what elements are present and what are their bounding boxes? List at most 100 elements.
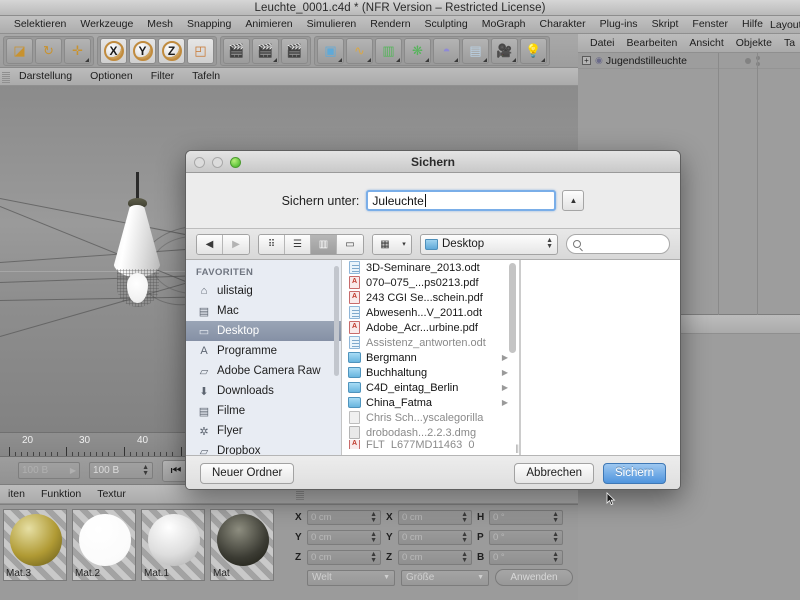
visibility-dot-icon[interactable] xyxy=(745,57,751,64)
file-list[interactable]: 3D-Seminare_2013.odt 070–075_...ps0213.p… xyxy=(342,260,520,455)
cancel-button[interactable]: Abbrechen xyxy=(514,462,594,484)
size-y-field[interactable]: 0 cm ▲ ▼ xyxy=(398,530,472,545)
object-menu-objekte[interactable]: Objekte xyxy=(730,34,778,52)
stepper-icon[interactable]: ▲ ▼ xyxy=(461,531,468,544)
file-row[interactable]: Buchhaltung ▶ xyxy=(342,365,520,380)
back-button[interactable]: ◀ xyxy=(197,234,223,254)
material-swatch[interactable]: Mat.2 xyxy=(72,509,136,581)
viewport-menu-tafeln[interactable]: Tafeln xyxy=(183,68,229,85)
expand-dialog-button[interactable]: ▲ xyxy=(562,190,585,211)
move-tool-icon[interactable]: ✛ xyxy=(64,37,91,64)
file-row[interactable]: Abwesenh...V_2011.odt xyxy=(342,305,520,320)
expander-icon[interactable]: + xyxy=(582,56,591,65)
file-row[interactable]: 243 CGI Se...schein.pdf xyxy=(342,290,520,305)
stepper-icon[interactable]: ▲ ▼ xyxy=(370,531,377,544)
nurbs-icon[interactable]: ▥ xyxy=(375,37,402,64)
file-row[interactable]: China_Fatma ▶ xyxy=(342,395,520,410)
undo-icon[interactable]: ◪ xyxy=(6,37,33,64)
floor-icon[interactable]: ▤ xyxy=(462,37,489,64)
view-icon-mode-button[interactable]: ⠿ xyxy=(259,234,285,254)
object-tree-row[interactable]: + ◉ Jugendstilleuchte xyxy=(578,53,800,69)
stepper-icon[interactable]: ▲ ▼ xyxy=(552,511,559,524)
material-menu-bearbeiten[interactable]: iten xyxy=(0,485,33,503)
stepper-icon[interactable]: ▲ ▼ xyxy=(552,531,559,544)
filename-input[interactable]: Juleuchte xyxy=(366,190,557,211)
file-row[interactable]: Bergmann ▶ xyxy=(342,350,520,365)
file-row[interactable]: C4D_eintag_Berlin ▶ xyxy=(342,380,520,395)
file-row[interactable]: drobodash...2.2.3.dmg xyxy=(342,425,520,440)
coordinate-system-select[interactable]: Welt ▼ xyxy=(307,569,395,586)
frame-current-field[interactable]: 100 B ▲ ▼ xyxy=(89,462,153,479)
camera-icon[interactable]: 🎥 xyxy=(491,37,518,64)
menu-item-0[interactable]: n xyxy=(0,16,7,33)
panel-grip-icon[interactable] xyxy=(2,70,10,83)
rotation-h-field[interactable]: 0 ° ▲ ▼ xyxy=(489,510,563,525)
menu-item-hilfe[interactable]: Hilfe xyxy=(735,16,770,33)
menu-item-mograph[interactable]: MoGraph xyxy=(475,16,533,33)
zoom-icon[interactable] xyxy=(230,157,241,168)
viewport-menu-optionen[interactable]: Optionen xyxy=(81,68,142,85)
axis-z-icon[interactable]: Z xyxy=(158,37,185,64)
forward-button[interactable]: ▶ xyxy=(223,234,249,254)
material-menu-funktion[interactable]: Funktion xyxy=(33,485,89,503)
file-row[interactable]: Chris Sch...yscalegorilla xyxy=(342,410,520,425)
menu-item-simulieren[interactable]: Simulieren xyxy=(300,16,364,33)
size-x-field[interactable]: 0 cm ▲ ▼ xyxy=(398,510,472,525)
render-settings-icon[interactable]: 🎬 xyxy=(281,37,308,64)
sidebar-item-ulistaig[interactable]: ⌂ ulistaig xyxy=(186,281,341,301)
object-menu-ansicht[interactable]: Ansicht xyxy=(683,34,729,52)
object-menu-tags[interactable]: Ta xyxy=(778,34,800,52)
render-region-icon[interactable]: 🎬 xyxy=(252,37,279,64)
file-row[interactable]: Adobe_Acr...urbine.pdf xyxy=(342,320,520,335)
axis-x-icon[interactable]: X xyxy=(100,37,127,64)
menu-item-werkzeuge[interactable]: Werkzeuge xyxy=(73,16,140,33)
save-dialog[interactable]: Sichern Sichern unter: Juleuchte ▲ ◀ ▶ ⠿… xyxy=(185,150,681,490)
light-icon[interactable]: 💡 xyxy=(520,37,547,64)
menu-item-selektieren[interactable]: Selektieren xyxy=(7,16,74,33)
minimize-icon[interactable] xyxy=(212,157,223,168)
material-swatch[interactable]: Mat.3 xyxy=(3,509,67,581)
location-dropdown[interactable]: Desktop ▲ ▼ xyxy=(420,233,558,255)
position-y-field[interactable]: 0 cm ▲ ▼ xyxy=(307,530,381,545)
viewport-menu-filter[interactable]: Filter xyxy=(142,68,183,85)
sidebar-item-dropbox[interactable]: ▱ Dropbox xyxy=(186,441,341,455)
sidebar-item-programme[interactable]: A Programme xyxy=(186,341,341,361)
menu-item-rendern[interactable]: Rendern xyxy=(363,16,417,33)
menu-item-snapping[interactable]: Snapping xyxy=(180,16,238,33)
view-mode-control[interactable]: ⠿ ☰ ▥ ▭ xyxy=(258,233,364,255)
stepper-icon[interactable]: ▲ ▼ xyxy=(142,464,149,477)
render-view-icon[interactable]: 🎬 xyxy=(223,37,250,64)
save-button[interactable]: Sichern xyxy=(603,462,666,484)
rotation-b-field[interactable]: 0 ° ▲ ▼ xyxy=(489,550,563,565)
apply-button[interactable]: Anwenden xyxy=(495,569,573,586)
sidebar-item-flyer[interactable]: ✲ Flyer xyxy=(186,421,341,441)
close-icon[interactable] xyxy=(194,157,205,168)
stepper-icon[interactable]: ▲ ▼ xyxy=(461,511,468,524)
file-list-scrollbar[interactable] xyxy=(509,263,516,353)
viewport-menu-darstellung[interactable]: Darstellung xyxy=(10,68,81,85)
view-column-mode-button[interactable]: ▥ xyxy=(311,234,337,254)
material-menu-textur[interactable]: Textur xyxy=(89,485,134,503)
sidebar-item-downloads[interactable]: ⬇ Downloads xyxy=(186,381,341,401)
column-resize-grip[interactable]: || xyxy=(515,443,519,453)
stepper-icon[interactable]: ▲ ▼ xyxy=(370,551,377,564)
position-x-field[interactable]: 0 cm ▲ ▼ xyxy=(307,510,381,525)
axis-y-icon[interactable]: Y xyxy=(129,37,156,64)
arrange-menu-button[interactable]: ▦ ▾ xyxy=(372,233,412,255)
menu-item-charakter[interactable]: Charakter xyxy=(533,16,593,33)
cube-primitive-icon[interactable]: ▣ xyxy=(317,37,344,64)
layout-selector[interactable]: Layout: ps xyxy=(770,18,800,32)
menu-item-skript[interactable]: Skript xyxy=(645,16,686,33)
file-row[interactable]: 070–075_...ps0213.pdf xyxy=(342,275,520,290)
object-menu-bearbeiten[interactable]: Bearbeiten xyxy=(621,34,684,52)
size-z-field[interactable]: 0 cm ▲ ▼ xyxy=(398,550,472,565)
file-row[interactable]: 3D-Seminare_2013.odt xyxy=(342,260,520,275)
menu-item-sculpting[interactable]: Sculpting xyxy=(418,16,475,33)
menu-item-plugins[interactable]: Plug-ins xyxy=(593,16,645,33)
menu-item-fenster[interactable]: Fenster xyxy=(685,16,735,33)
world-coordinate-icon[interactable]: ◰ xyxy=(187,37,214,64)
stepper-icon[interactable]: ▲ ▼ xyxy=(461,551,468,564)
back-forward-control[interactable]: ◀ ▶ xyxy=(196,233,250,255)
file-row[interactable]: FLT_L677MD11463_0 xyxy=(342,440,520,449)
view-list-mode-button[interactable]: ☰ xyxy=(285,234,311,254)
